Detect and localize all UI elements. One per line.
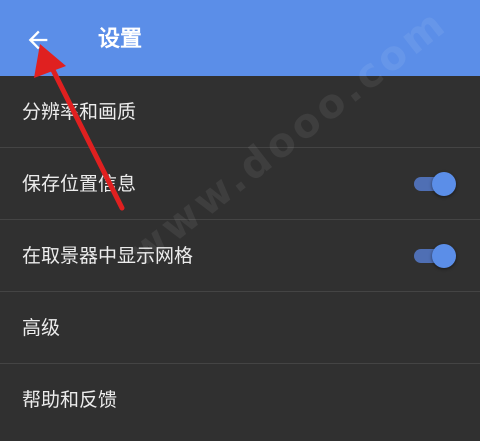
arrow-left-icon (28, 30, 48, 50)
settings-item-label: 高级 (22, 317, 61, 339)
page-title: 设置 (98, 27, 143, 52)
back-button[interactable] (18, 20, 58, 60)
save-location-toggle[interactable] (412, 172, 456, 196)
toggle-thumb (432, 244, 456, 268)
settings-item-label: 保存位置信息 (22, 173, 137, 195)
settings-item-label: 帮助和反馈 (22, 389, 118, 411)
show-grid-toggle[interactable] (412, 244, 456, 268)
toggle-thumb (432, 172, 456, 196)
settings-list: 分辨率和画质 保存位置信息 在取景器中显示网格 高级 帮助和反馈 (0, 76, 480, 436)
settings-item-label: 在取景器中显示网格 (22, 245, 194, 267)
app-bar: 设置 (0, 0, 480, 76)
settings-item-grid[interactable]: 在取景器中显示网格 (0, 220, 480, 292)
settings-item-label: 分辨率和画质 (22, 101, 137, 123)
settings-item-resolution[interactable]: 分辨率和画质 (0, 76, 480, 148)
settings-item-save-location[interactable]: 保存位置信息 (0, 148, 480, 220)
settings-item-advanced[interactable]: 高级 (0, 292, 480, 364)
settings-item-help-feedback[interactable]: 帮助和反馈 (0, 364, 480, 436)
